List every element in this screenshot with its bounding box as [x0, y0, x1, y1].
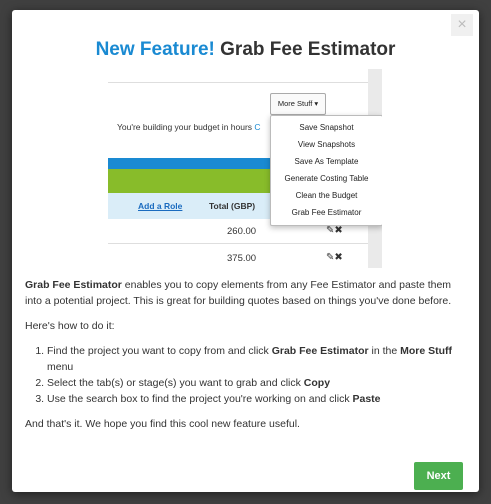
row-value: 260.00 [227, 226, 257, 237]
title-accent: New Feature! [95, 39, 215, 60]
row-edit-delete-icon: ✎✖ [326, 225, 343, 236]
menu-item: View Snapshots [297, 140, 356, 149]
divider [108, 82, 368, 83]
modal-title: New Feature! Grab Fee Estimator [12, 39, 479, 61]
budget-text: You're building your budget in hours C [117, 122, 261, 132]
row-value: 375.00 [227, 253, 257, 264]
more-stuff-button: More Stuff ▾ [270, 93, 326, 115]
step-item: Select the tab(s) or stage(s) you want t… [47, 375, 465, 391]
intro-paragraph: Grab Fee Estimator enables you to copy e… [25, 277, 465, 309]
close-icon[interactable]: × [451, 14, 473, 36]
menu-item: Save As Template [294, 157, 359, 166]
outro-paragraph: And that's it. We hope you find this coo… [25, 418, 300, 430]
budget-link-fragment: C [254, 122, 261, 132]
feature-modal: × New Feature! Grab Fee Estimator More S… [12, 10, 479, 492]
steps-list: Find the project you want to copy from a… [25, 343, 465, 407]
budget-text-label: You're building your budget in hours [117, 122, 253, 132]
menu-item: Generate Costing Table [284, 174, 369, 183]
title-rest: Grab Fee Estimator [214, 39, 396, 60]
row-edit-delete-icon: ✎✖ [326, 252, 343, 263]
intro-bold: Grab Fee Estimator [25, 279, 122, 291]
more-stuff-menu: Save Snapshot View Snapshots Save As Tem… [270, 115, 382, 226]
next-button[interactable]: Next [414, 462, 463, 490]
howto-paragraph: Here's how to do it: [25, 320, 115, 332]
step-item: Use the search box to find the project y… [47, 391, 465, 407]
menu-item: Grab Fee Estimator [291, 208, 362, 217]
menu-item: Clean the Budget [295, 191, 358, 200]
modal-body: Grab Fee Estimator enables you to copy e… [25, 277, 465, 441]
total-column-header: Total (GBP) [209, 201, 256, 211]
row-divider [108, 243, 368, 244]
add-role-link: Add a Role [138, 201, 183, 211]
feature-preview-image: More Stuff ▾ You're building your budget… [108, 69, 382, 268]
step-item: Find the project you want to copy from a… [47, 343, 465, 375]
menu-item: Save Snapshot [299, 123, 354, 132]
